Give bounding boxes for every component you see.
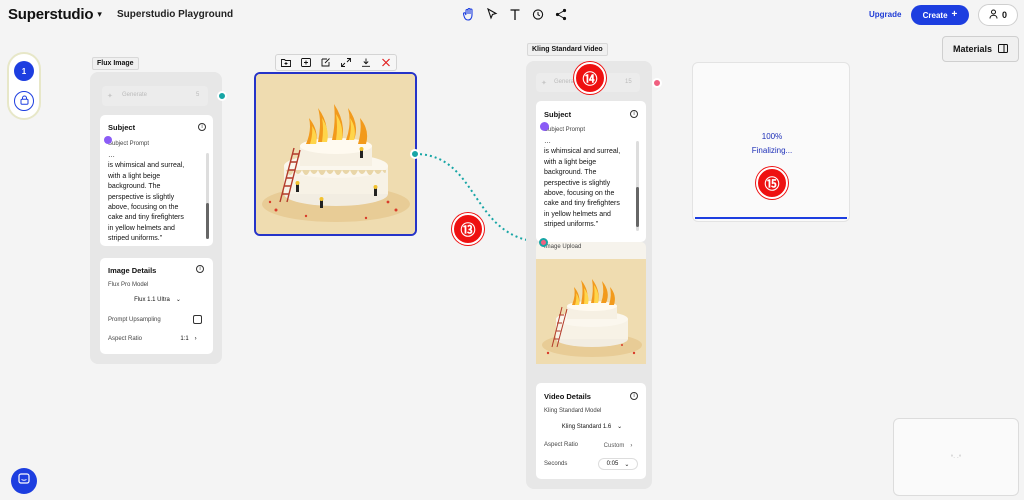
progress-status: Finalizing... (751, 146, 793, 155)
kling-video-details-title: Video Details (544, 392, 591, 401)
info-icon[interactable]: i (630, 110, 638, 118)
sparkle-icon: ✦ (541, 80, 547, 87)
prompt-line: striped uniforms.” (544, 221, 599, 229)
minimap[interactable]: °· ·° (893, 418, 1019, 496)
progress-bar (695, 217, 847, 219)
info-icon[interactable]: i (630, 392, 638, 400)
prompt-line: background. The (544, 169, 597, 177)
prompt-line: in yellow helmets and (544, 210, 611, 218)
chevron-down-icon: ⌄ (624, 461, 630, 468)
chevron-right-icon: › (630, 442, 633, 449)
prompt-line: is whimsical and surreal, (544, 148, 621, 156)
kling-model-select[interactable]: Kling Standard 1.6 ⌄ (546, 420, 638, 433)
kling-subject-title: Subject (544, 110, 572, 119)
prompt-line: perspective is slightly (544, 179, 611, 187)
chat-icon (18, 472, 30, 490)
progress-percent: 100% (761, 132, 783, 141)
kling-model-value: Kling Standard 1.6 (561, 423, 612, 430)
kling-seconds-label: Seconds (544, 461, 568, 467)
prompt-line: above, focusing on the (544, 190, 615, 198)
kling-image-upload[interactable]: Image Upload (536, 242, 646, 364)
kling-subject-input-port[interactable] (540, 122, 549, 131)
annotation-13: ⑬ (452, 213, 484, 245)
prompt-line: cake and tiny firefighters (544, 200, 620, 208)
kling-aspect-select[interactable]: Custom › (598, 440, 638, 451)
kling-video-details-card: Video Details i Kling Standard Model Kli… (536, 383, 646, 479)
kling-image-upload-label: Image Upload (544, 244, 582, 250)
kling-prompt-scroll-thumb[interactable] (636, 187, 639, 227)
chevron-down-icon: ⌄ (617, 424, 623, 430)
kling-prompt-text[interactable]: … is whimsical and surreal, with a light… (544, 137, 620, 231)
uploaded-image-thumbnail (536, 259, 646, 364)
kling-aspect-value: Custom (603, 442, 625, 449)
prompt-line: with a light beige (544, 158, 597, 166)
kling-seconds-select[interactable]: 0:05 ⌄ (598, 458, 638, 470)
annotation-14: ⑭ (574, 62, 606, 94)
minimap-text: °· ·° (950, 455, 962, 461)
kling-image-input-port[interactable] (539, 238, 548, 247)
kling-subject-prompt-label: Subject Prompt (544, 127, 586, 133)
kling-seconds-value: 0:05 (606, 461, 619, 467)
kling-generate-cost: 15 (625, 79, 632, 85)
kling-aspect-label: Aspect Ratio (544, 442, 579, 448)
node-connector (414, 153, 544, 243)
kling-output-port[interactable] (652, 78, 662, 88)
kling-subject-card: Subject i Subject Prompt … is whimsical … (536, 101, 646, 242)
chat-button[interactable] (11, 468, 37, 494)
kling-node-label[interactable]: Kling Standard Video (527, 43, 608, 56)
annotation-15: ⑮ (756, 167, 788, 199)
prompt-line: … (544, 138, 551, 145)
kling-model-label: Kling Standard Model (544, 408, 602, 414)
